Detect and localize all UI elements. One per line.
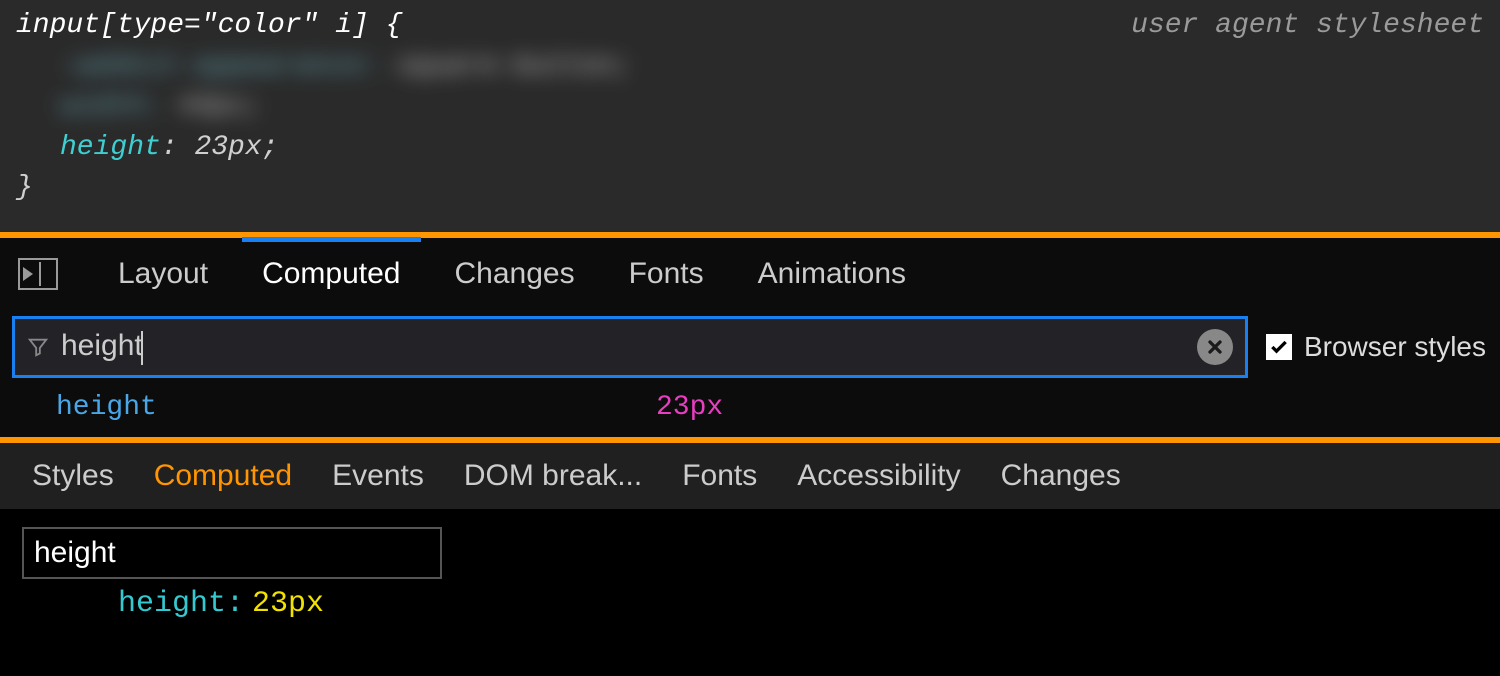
toggle-pane-icon[interactable] <box>18 258 58 290</box>
computed-property-row[interactable]: height:23px <box>22 587 1478 621</box>
clear-filter-button[interactable] <box>1197 329 1233 365</box>
tab-changes[interactable]: Changes <box>1001 459 1121 493</box>
browser-styles-label: Browser styles <box>1304 331 1486 363</box>
tab-computed[interactable]: Computed <box>154 459 292 493</box>
checkbox-icon <box>1266 334 1292 360</box>
filter-icon <box>27 336 49 358</box>
tab-dom-breakpoints[interactable]: DOM break... <box>464 459 642 493</box>
css-property: height <box>60 132 161 163</box>
tab-layout[interactable]: Layout <box>118 239 208 309</box>
filter-input[interactable]: height <box>61 329 1197 364</box>
tab-styles[interactable]: Styles <box>32 459 114 493</box>
computed-property-value: 23px <box>656 392 723 423</box>
chrome-computed-panel: height:23px <box>0 509 1500 639</box>
tab-animations[interactable]: Animations <box>758 239 906 309</box>
computed-property-value: 23px <box>252 587 324 621</box>
computed-property-name: height <box>56 392 656 423</box>
tab-changes[interactable]: Changes <box>455 239 575 309</box>
css-selector: input[type="color" i] { <box>16 6 402 47</box>
chrome-side-panel-tabs: Styles Computed Events DOM break... Font… <box>0 443 1500 509</box>
computed-property-row[interactable]: height 23px <box>0 386 1500 437</box>
firefox-computed-filter-row: height Browser styles <box>0 310 1500 386</box>
tab-fonts[interactable]: Fonts <box>682 459 757 493</box>
blurred-declaration: -webkit-appearance: square-button; <box>60 47 1484 88</box>
tab-computed[interactable]: Computed <box>262 239 400 309</box>
user-agent-stylesheet-label: user agent stylesheet <box>1131 6 1484 47</box>
browser-styles-checkbox[interactable]: Browser styles <box>1266 331 1486 363</box>
firefox-side-panel-tabs: Layout Computed Changes Fonts Animations <box>0 238 1500 310</box>
css-declaration[interactable]: height: 23px; <box>60 128 1484 169</box>
close-brace: } <box>16 168 1484 209</box>
css-value: 23px; <box>178 132 279 163</box>
tab-events[interactable]: Events <box>332 459 424 493</box>
tab-accessibility[interactable]: Accessibility <box>797 459 960 493</box>
styles-rule-pane: input[type="color" i] { user agent style… <box>0 0 1500 232</box>
computed-property-name: height <box>118 587 226 621</box>
filter-input-wrapper[interactable]: height <box>12 316 1248 378</box>
tab-fonts[interactable]: Fonts <box>629 239 704 309</box>
filter-input[interactable] <box>22 527 442 579</box>
blurred-declaration: width: 44px; <box>60 87 1484 128</box>
